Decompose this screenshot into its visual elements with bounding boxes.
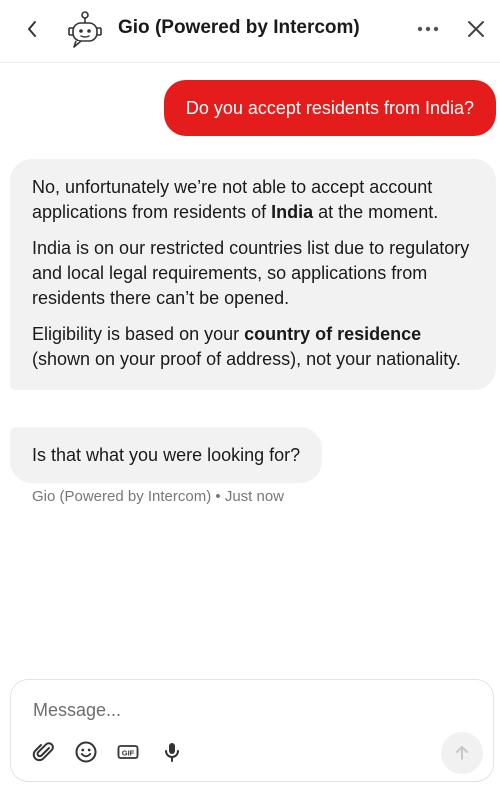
arrow-up-icon — [456, 746, 468, 760]
bot-message-paragraph: India is on our restricted countries lis… — [32, 238, 470, 308]
back-button[interactable] — [18, 14, 46, 44]
robot-icon — [68, 11, 102, 48]
bot-followup-message: Is that what you were looking for? — [10, 427, 323, 483]
user-message-text: Do you accept residents from India? — [185, 97, 474, 118]
bot-text: (shown on your proof of address), not yo… — [32, 349, 461, 369]
chat-header: Gio (Powered by Intercom) — [0, 0, 500, 63]
more-horizontal-icon — [417, 26, 439, 32]
close-icon — [468, 21, 484, 37]
voice-button[interactable] — [158, 738, 186, 766]
bot-text-bold: India — [271, 202, 314, 222]
send-button[interactable] — [441, 732, 483, 774]
chevron-left-icon — [28, 21, 36, 37]
paperclip-icon — [32, 742, 54, 762]
bot-text: at the moment. — [313, 202, 439, 222]
smiley-icon — [75, 741, 97, 763]
emoji-button[interactable] — [72, 738, 100, 766]
bot-message-paragraph: No, unfortunately we’re not able to acce… — [32, 175, 474, 225]
microphone-icon — [165, 743, 179, 762]
chat-title: Gio (Powered by Intercom) — [118, 17, 360, 38]
user-message: Do you accept residents from India? — [163, 80, 496, 136]
message-meta: Gio (Powered by Intercom) • Just now — [32, 488, 285, 505]
message-input[interactable] — [33, 700, 433, 721]
attach-button[interactable] — [30, 738, 58, 766]
bot-message-paragraph: Eligibility is based on your country of … — [32, 322, 474, 372]
more-options-button[interactable] — [412, 16, 444, 42]
bot-text: Eligibility is based on your — [32, 324, 245, 344]
gif-button[interactable]: GIF — [114, 738, 142, 766]
gif-icon: GIF — [117, 745, 139, 759]
message-composer: GIF — [10, 679, 494, 782]
close-button[interactable] — [462, 14, 490, 44]
gif-label: GIF — [122, 748, 135, 757]
bot-message: No, unfortunately we’re not able to acce… — [10, 159, 496, 390]
chat-window: Gio (Powered by Intercom) Do you accept … — [0, 0, 500, 785]
bot-followup-text: Is that what you were looking for? — [32, 444, 301, 465]
bot-text-bold: country of residence — [244, 324, 422, 344]
